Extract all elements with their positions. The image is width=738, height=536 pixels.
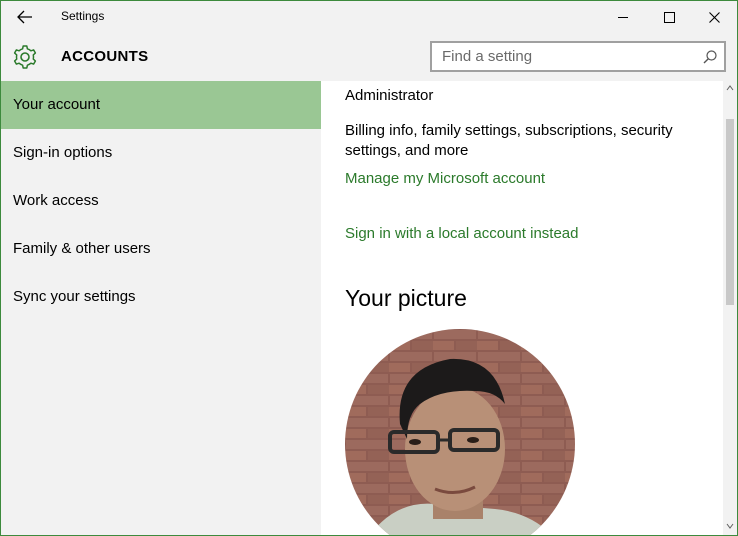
avatar bbox=[345, 329, 575, 535]
billing-description-line1: Billing info, family settings, subscript… bbox=[345, 122, 673, 139]
scrollbar-thumb[interactable] bbox=[726, 119, 734, 305]
page-header: ACCOUNTS bbox=[1, 33, 737, 81]
window-title: Settings bbox=[61, 9, 105, 23]
sidebar-item-label: Your account bbox=[13, 96, 101, 113]
title-bar: Settings bbox=[1, 1, 737, 33]
scroll-up-icon[interactable] bbox=[726, 84, 734, 92]
content-scrollbar[interactable] bbox=[723, 81, 737, 535]
sidebar-nav: Your account Sign-in options Work access… bbox=[1, 81, 321, 535]
billing-description-line2: settings, and more bbox=[345, 142, 469, 159]
close-button[interactable] bbox=[691, 1, 737, 33]
search-icon[interactable] bbox=[702, 49, 718, 65]
account-role: Administrator bbox=[345, 87, 434, 104]
sidebar-item-your-account[interactable]: Your account bbox=[1, 81, 321, 129]
sidebar-item-label: Sync your settings bbox=[13, 288, 136, 305]
close-icon bbox=[708, 11, 720, 23]
scroll-down-icon[interactable] bbox=[726, 522, 734, 530]
profile-picture bbox=[345, 329, 575, 535]
manage-account-link[interactable]: Manage my Microsoft account bbox=[345, 170, 545, 187]
sidebar-item-label: Work access bbox=[13, 192, 99, 209]
minimize-button[interactable] bbox=[600, 1, 646, 33]
picture-heading: Your picture bbox=[345, 285, 467, 311]
minimize-icon bbox=[617, 16, 628, 18]
sidebar-item-family-other-users[interactable]: Family & other users bbox=[1, 225, 321, 273]
gear-icon bbox=[13, 45, 37, 69]
sidebar-item-sync-settings[interactable]: Sync your settings bbox=[1, 273, 321, 321]
sidebar-item-work-access[interactable]: Work access bbox=[1, 177, 321, 225]
settings-window: Settings ACCOUNTS Find a setting Your ac… bbox=[0, 0, 738, 536]
back-arrow-icon bbox=[17, 10, 32, 24]
sidebar-item-sign-in-options[interactable]: Sign-in options bbox=[1, 129, 321, 177]
sidebar-item-label: Sign-in options bbox=[13, 144, 113, 161]
section-title: ACCOUNTS bbox=[61, 48, 149, 65]
main-content: Administrator Billing info, family setti… bbox=[321, 81, 723, 535]
sidebar-item-label: Family & other users bbox=[13, 240, 151, 257]
search-box[interactable] bbox=[430, 41, 726, 72]
local-account-link[interactable]: Sign in with a local account instead bbox=[345, 225, 578, 242]
back-button[interactable] bbox=[9, 5, 41, 29]
maximize-icon bbox=[663, 11, 675, 23]
maximize-button[interactable] bbox=[646, 1, 692, 33]
search-input[interactable] bbox=[432, 43, 692, 70]
